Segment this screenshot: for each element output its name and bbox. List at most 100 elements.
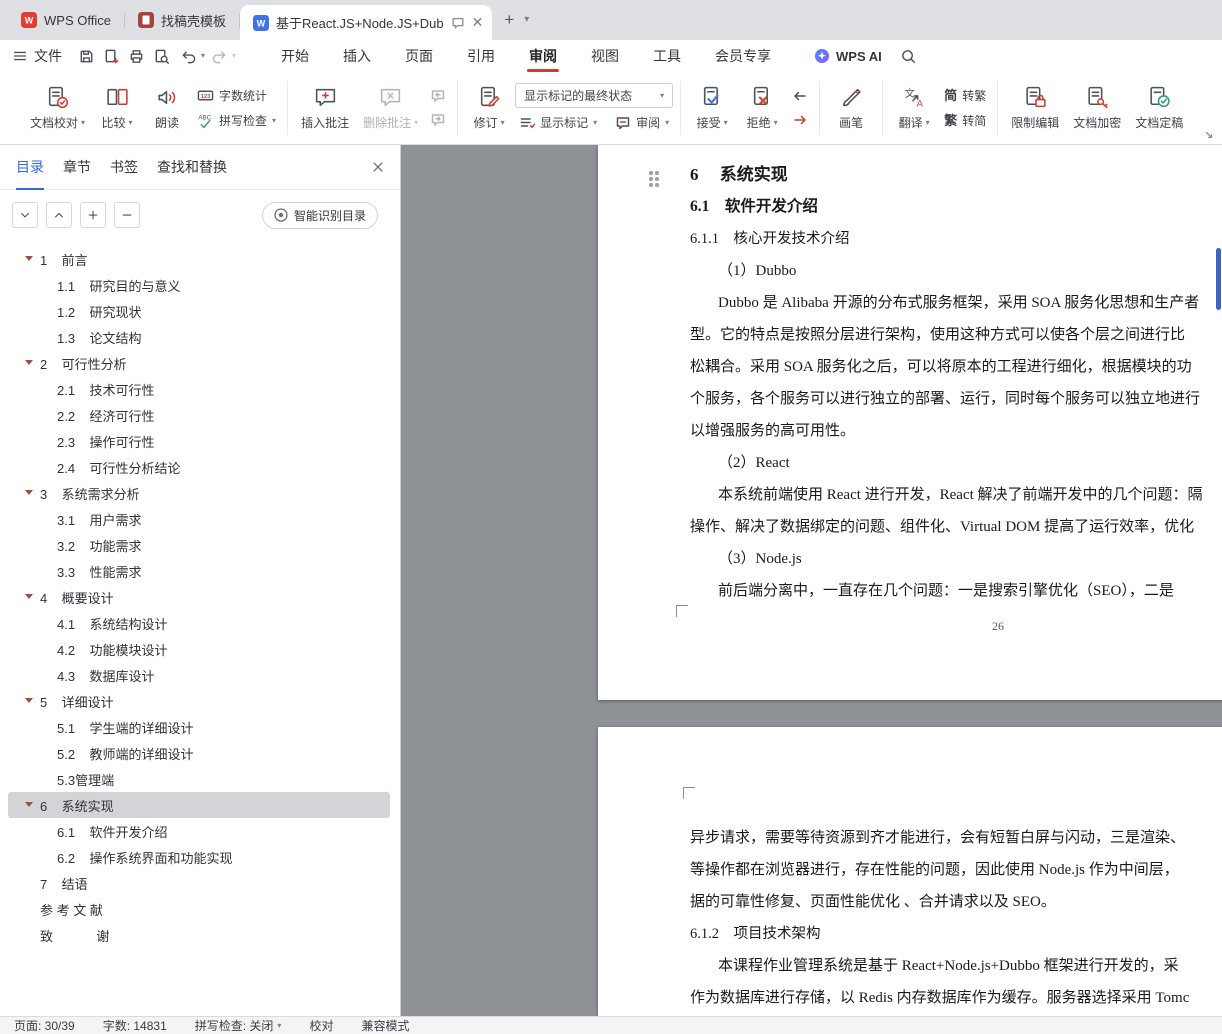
toc-zoom-out-button[interactable] — [114, 202, 140, 228]
toc-item[interactable]: 7 结语 — [8, 870, 390, 896]
doc-proof-button[interactable]: 文档校对 ▾ — [24, 76, 91, 140]
spell-check-button[interactable]: ABC 拼写检查 ▾ — [193, 110, 280, 131]
menu-tab-view[interactable]: 视图 — [574, 40, 636, 72]
insert-comment-button[interactable]: 插入批注 — [295, 76, 355, 140]
toc-item[interactable]: 3.1 用户需求 — [8, 506, 390, 532]
toc-expand-arrow-icon[interactable] — [25, 802, 33, 807]
reject-button[interactable]: 拒绝 ▾ — [738, 76, 786, 140]
toc-expand-arrow-icon[interactable] — [25, 256, 33, 261]
sidebar-close-button[interactable] — [371, 160, 385, 174]
next-comment-button[interactable] — [426, 110, 450, 130]
toc-expand-arrow-icon[interactable] — [25, 594, 33, 599]
tab-close-icon[interactable]: ✕ — [472, 14, 484, 31]
tab-comment-icon[interactable] — [451, 16, 465, 30]
menu-tab-review[interactable]: 审阅 — [512, 40, 574, 72]
tab-list-chevron-icon[interactable]: ▾ — [524, 15, 529, 25]
export-pdf-button[interactable] — [99, 45, 124, 67]
delete-comment-button[interactable]: 删除批注 ▾ — [357, 76, 424, 140]
menu-tab-reference[interactable]: 引用 — [450, 40, 512, 72]
print-button[interactable] — [124, 45, 149, 67]
toc-expand-arrow-icon[interactable] — [25, 698, 33, 703]
toc-item[interactable]: 参 考 文 献 — [8, 896, 390, 922]
menu-tab-home[interactable]: 开始 — [264, 40, 326, 72]
menu-tab-insert[interactable]: 插入 — [326, 40, 388, 72]
toc-item[interactable]: 1.2 研究现状 — [8, 298, 390, 324]
toc-item[interactable]: 6.1 软件开发介绍 — [8, 818, 390, 844]
toc-item[interactable]: 5.1 学生端的详细设计 — [8, 714, 390, 740]
toc-item[interactable]: 2 可行性分析 — [8, 350, 390, 376]
toc-item[interactable]: 1 前言 — [8, 246, 390, 272]
ribbon-collapse-icon[interactable] — [1204, 130, 1214, 140]
document-canvas[interactable]: 6 系统实现 6.1 软件开发介绍 6.1.1 核心开发技术介绍 （1）Dubb… — [401, 145, 1222, 1016]
toc-item[interactable]: 6.2 操作系统界面和功能实现 — [8, 844, 390, 870]
toc-expand-arrow-icon[interactable] — [25, 360, 33, 365]
toc-item[interactable]: 5 详细设计 — [8, 688, 390, 714]
status-proofread[interactable]: 校对 — [309, 1017, 333, 1034]
vertical-scrollbar-thumb[interactable] — [1216, 248, 1221, 310]
toc-item[interactable]: 3 系统需求分析 — [8, 480, 390, 506]
toc-item[interactable]: 3.3 性能需求 — [8, 558, 390, 584]
undo-button[interactable]: ▾ — [176, 45, 205, 67]
undo-dropdown-caret[interactable]: ▾ — [201, 52, 205, 60]
word-count-button[interactable]: 123 字数统计 — [193, 85, 280, 106]
accept-button[interactable]: 接受 ▾ — [688, 76, 736, 140]
tab-active-document[interactable]: W 基于React.JS+Node.JS+Dub ✕ — [239, 5, 493, 40]
toc-zoom-in-button[interactable] — [80, 202, 106, 228]
toc-item[interactable]: 4.2 功能模块设计 — [8, 636, 390, 662]
menu-tab-tools[interactable]: 工具 — [636, 40, 698, 72]
traditional-to-simplified-button[interactable]: 繁 转简 — [940, 110, 990, 131]
track-changes-button[interactable]: 修订 ▾ — [465, 76, 513, 140]
toc-item[interactable]: 3.2 功能需求 — [8, 532, 390, 558]
redo-dropdown-caret[interactable]: ▾ — [232, 52, 236, 60]
status-word-count[interactable]: 字数: 14831 — [103, 1017, 167, 1034]
document-page-27[interactable]: 异步请求，需要等待资源到齐才能进行，会有短暂白屏与闪动，三是渲染、 等操作都在浏… — [598, 727, 1222, 1016]
sidebar-tab-toc[interactable]: 目录 — [16, 145, 44, 190]
print-preview-button[interactable] — [149, 45, 174, 67]
read-aloud-button[interactable]: 朗读 — [143, 76, 191, 140]
toc-expand-arrow-icon[interactable] — [25, 490, 33, 495]
doc-finalize-button[interactable]: 文档定稿 — [1129, 76, 1189, 140]
menu-tab-page[interactable]: 页面 — [388, 40, 450, 72]
save-button[interactable] — [74, 45, 99, 67]
sidebar-tab-chapter[interactable]: 章节 — [63, 145, 91, 190]
new-tab-button[interactable]: + — [504, 10, 514, 30]
next-change-button[interactable] — [788, 110, 812, 130]
simplified-to-traditional-button[interactable]: 简 转繁 — [940, 85, 990, 106]
pen-button[interactable]: 画笔 — [827, 76, 875, 140]
toc-item[interactable]: 5.3管理端 — [8, 766, 390, 792]
compare-button[interactable]: 比较 ▾ — [93, 76, 141, 140]
toc-item[interactable]: 2.4 可行性分析结论 — [8, 454, 390, 480]
status-page-count[interactable]: 页面: 30/39 — [14, 1017, 75, 1034]
toc-item[interactable]: 2.3 操作可行性 — [8, 428, 390, 454]
search-button[interactable] — [900, 48, 917, 65]
toc-item[interactable]: 致 谢 — [8, 922, 390, 948]
toc-item[interactable]: 4.1 系统结构设计 — [8, 610, 390, 636]
toc-item[interactable]: 6 系统实现 — [8, 792, 390, 818]
sidebar-tab-find-replace[interactable]: 查找和替换 — [157, 145, 227, 190]
translate-button[interactable]: 文A 翻译 ▾ — [890, 76, 938, 140]
prev-change-button[interactable] — [788, 86, 812, 106]
restrict-edit-button[interactable]: 限制编辑 — [1005, 76, 1065, 140]
status-compat-mode[interactable]: 兼容模式 — [361, 1017, 409, 1034]
toc-item[interactable]: 5.2 教师端的详细设计 — [8, 740, 390, 766]
file-menu-button[interactable]: 文件 — [12, 46, 62, 66]
toc-item[interactable]: 1.1 研究目的与意义 — [8, 272, 390, 298]
markup-state-dropdown[interactable]: 显示标记的最终状态 ▾ — [515, 83, 674, 108]
show-markup-button[interactable]: 显示标记 ▾ — [515, 112, 601, 133]
review-mode-button[interactable]: 审阅 ▾ — [611, 112, 673, 133]
toc-item[interactable]: 1.3 论文结构 — [8, 324, 390, 350]
toc-item[interactable]: 2.2 经济可行性 — [8, 402, 390, 428]
status-spell-check[interactable]: 拼写检查: 关闭 ▾ — [195, 1017, 282, 1034]
paragraph-drag-handle[interactable] — [649, 171, 653, 175]
smart-toc-button[interactable]: 智能识别目录 — [261, 201, 378, 229]
toc-item[interactable]: 4 概要设计 — [8, 584, 390, 610]
toc-item[interactable]: 4.3 数据库设计 — [8, 662, 390, 688]
document-page-26[interactable]: 6 系统实现 6.1 软件开发介绍 6.1.1 核心开发技术介绍 （1）Dubb… — [598, 145, 1222, 700]
sidebar-tab-bookmark[interactable]: 书签 — [110, 145, 138, 190]
prev-comment-button[interactable] — [426, 86, 450, 106]
tab-wps-office[interactable]: W WPS Office — [8, 0, 124, 40]
toc-item[interactable]: 2.1 技术可行性 — [8, 376, 390, 402]
menu-tab-member[interactable]: 会员专享 — [698, 40, 788, 72]
doc-encrypt-button[interactable]: 文档加密 — [1067, 76, 1127, 140]
redo-button[interactable]: ▾ — [207, 45, 236, 67]
